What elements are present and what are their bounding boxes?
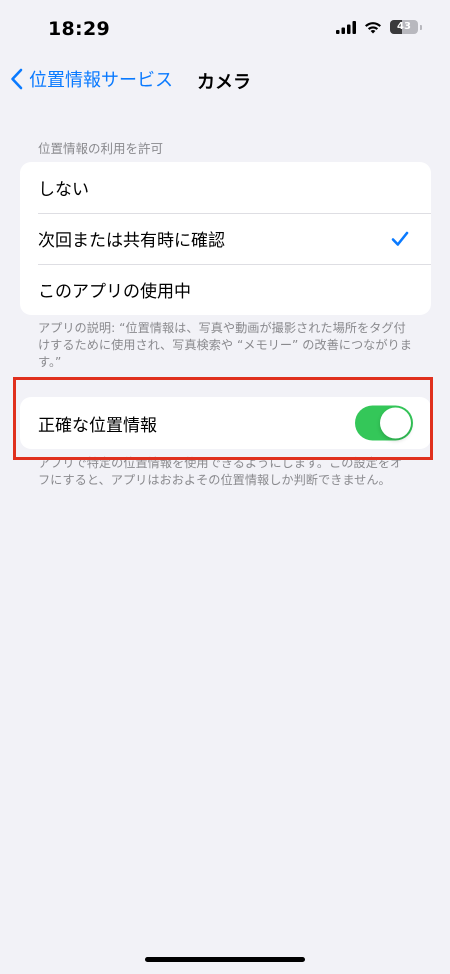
status-time: 18:29 (48, 18, 110, 40)
app-description: アプリの説明: “位置情報は、写真や動画が撮影された場所をタグ付けするために使用… (38, 321, 412, 369)
option-ask-next-time[interactable]: 次回または共有時に確認 (20, 213, 431, 264)
cellular-signal-icon (336, 20, 356, 34)
section-header-allow: 位置情報の利用を許可 (38, 141, 164, 156)
chevron-left-icon (11, 68, 23, 90)
battery-icon: 43 (390, 20, 418, 34)
back-label: 位置情報サービス (29, 70, 173, 91)
status-bar: 18:29 43 (0, 0, 450, 58)
precise-location-group: 正確な位置情報 (20, 397, 431, 449)
status-icons: 43 (336, 20, 422, 34)
battery-cap (420, 24, 422, 30)
precise-location-row: 正確な位置情報 (20, 397, 431, 449)
page-title: カメラ (197, 72, 251, 93)
option-while-using[interactable]: このアプリの使用中 (20, 264, 431, 315)
location-access-options: しない 次回または共有時に確認 このアプリの使用中 (20, 162, 431, 315)
option-label: このアプリの使用中 (38, 282, 191, 302)
checkmark-icon (391, 231, 409, 246)
option-label: しない (38, 180, 89, 200)
wifi-icon (365, 21, 381, 33)
precise-location-footer: アプリで特定の位置情報を使用できるようにします。この設定をオフにすると、アプリは… (38, 456, 403, 487)
toggle-knob (380, 407, 411, 439)
nav-bar: 位置情報サービス カメラ (0, 60, 450, 100)
back-button[interactable]: 位置情報サービス (10, 66, 173, 92)
home-indicator[interactable] (145, 957, 305, 962)
precise-location-label: 正確な位置情報 (38, 415, 157, 436)
option-never[interactable]: しない (20, 162, 431, 213)
option-label: 次回または共有時に確認 (38, 231, 225, 251)
precise-location-toggle[interactable] (355, 405, 413, 441)
battery-level: 43 (397, 21, 411, 32)
